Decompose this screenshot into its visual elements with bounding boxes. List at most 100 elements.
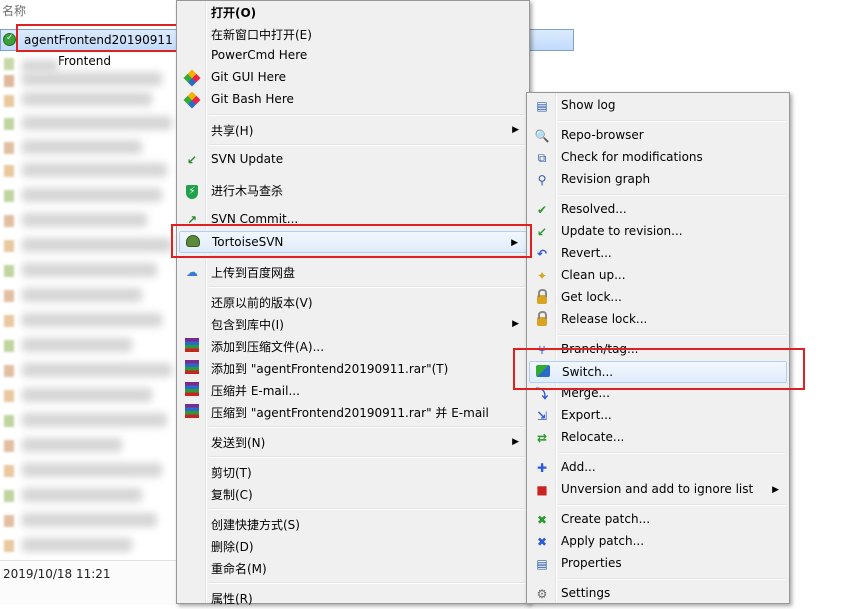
file-row-icon [4, 240, 14, 252]
file-row-icon [4, 58, 14, 70]
winrar-icon [184, 360, 200, 376]
blurred-file-name [22, 140, 142, 154]
menu-item-delete[interactable]: 删除(D) [179, 535, 527, 557]
menu-item-label: Create patch... [561, 512, 651, 526]
svn-relocate[interactable]: ⇄ Relocate... [529, 427, 787, 449]
svn-show-log[interactable]: ▤ Show log [529, 95, 787, 117]
menu-item-tortoisesvn[interactable]: TortoiseSVN ▶ [179, 231, 527, 253]
svn-merge[interactable]: ⤵ Merge... [529, 383, 787, 405]
menu-item-label: Clean up... [561, 268, 626, 282]
blurred-file-name [22, 413, 167, 427]
svn-apply-patch[interactable]: ✖ Apply patch... [529, 531, 787, 553]
menu-separator [209, 114, 525, 116]
menu-item-send-to[interactable]: 发送到(N) ▶ [179, 431, 527, 453]
file-row-icon [4, 415, 14, 427]
file-row-icon [4, 540, 14, 552]
svn-update-to-revision[interactable]: ↙ Update to revision... [529, 221, 787, 243]
menu-item-compress-rar-email[interactable]: 压缩到 "agentFrontend20190911.rar" 并 E-mail [179, 401, 527, 423]
menu-item-baidu-upload[interactable]: ☁ 上传到百度网盘 [179, 261, 527, 283]
menu-item-include-library[interactable]: 包含到库中(I) ▶ [179, 313, 527, 335]
menu-item-label: 压缩到 "agentFrontend20190911.rar" 并 E-mail [211, 406, 489, 420]
svn-check-modifications[interactable]: ⧉ Check for modifications [529, 147, 787, 169]
svn-properties[interactable]: ▤ Properties [529, 553, 787, 575]
submenu-arrow-icon: ▶ [511, 238, 518, 248]
menu-item-label: 打开(O) [211, 6, 257, 20]
menu-item-open[interactable]: 打开(O) [179, 1, 527, 23]
menu-item-create-shortcut[interactable]: 创建快捷方式(S) [179, 513, 527, 535]
menu-item-label: 上传到百度网盘 [211, 266, 296, 280]
svn-create-patch[interactable]: ✖ Create patch... [529, 509, 787, 531]
menu-item-svn-update[interactable]: ↙ SVN Update [179, 149, 527, 171]
menu-item-label: 在新窗口中打开(E) [211, 28, 312, 42]
file-row-icon [4, 290, 14, 302]
modified-date: 2019/10/18 11:21 [3, 567, 111, 581]
menu-item-virus-scan[interactable]: ⚡ 进行木马查杀 [179, 179, 527, 201]
svn-unversion-ignore[interactable]: ■ Unversion and add to ignore list ▶ [529, 479, 787, 501]
menu-item-git-bash[interactable]: Git Bash Here [179, 89, 527, 111]
svn-export[interactable]: ⇲ Export... [529, 405, 787, 427]
menu-item-properties[interactable]: 属性(R) [179, 587, 527, 609]
svn-add[interactable]: ✚ Add... [529, 457, 787, 479]
menu-item-add-archive[interactable]: 添加到压缩文件(A)... [179, 335, 527, 357]
menu-item-label: 共享(H) [211, 124, 254, 138]
menu-separator [559, 334, 785, 336]
svn-switch[interactable]: Switch... [529, 361, 787, 383]
svn-settings[interactable]: ⚙ Settings [529, 583, 787, 605]
menu-item-powercmd[interactable]: PowerCmd Here [179, 45, 527, 67]
branch-icon: ⑂ [538, 343, 546, 357]
svn-revert[interactable]: ↶ Revert... [529, 243, 787, 265]
svn-get-lock[interactable]: Get lock... [529, 287, 787, 309]
file-row-icon [4, 190, 14, 202]
settings-icon: ⚙ [536, 587, 548, 601]
svn-update-icon: ↙ [186, 153, 198, 167]
menu-item-restore-versions[interactable]: 还原以前的版本(V) [179, 291, 527, 313]
menu-item-rename[interactable]: 重命名(M) [179, 557, 527, 579]
blurred-file-name [22, 213, 147, 227]
svn-release-lock[interactable]: Release lock... [529, 309, 787, 331]
svn-resolved[interactable]: ✔ Resolved... [529, 199, 787, 221]
blurred-file-name [22, 60, 58, 72]
menu-item-label: Revert... [561, 246, 612, 260]
svn-repo-browser[interactable]: 🔍 Repo-browser [529, 125, 787, 147]
svn-clean-up[interactable]: ✦ Clean up... [529, 265, 787, 287]
svn-branch-tag[interactable]: ⑂ Branch/tag... [529, 339, 787, 361]
menu-item-label: Git GUI Here [211, 70, 287, 84]
menu-item-label: Apply patch... [561, 534, 645, 548]
menu-item-compress-email[interactable]: 压缩并 E-mail... [179, 379, 527, 401]
menu-item-label: 剪切(T) [211, 466, 252, 480]
submenu-arrow-icon: ▶ [512, 319, 519, 329]
blurred-file-name [22, 538, 132, 552]
svn-ok-overlay-icon [3, 33, 16, 46]
menu-item-label: Release lock... [561, 312, 648, 326]
blurred-file-name [22, 163, 167, 177]
blurred-file-name [22, 363, 172, 377]
menu-item-cut[interactable]: 剪切(T) [179, 461, 527, 483]
menu-item-git-gui[interactable]: Git GUI Here [179, 67, 527, 89]
menu-item-label: Get lock... [561, 290, 622, 304]
create-patch-icon: ✖ [536, 513, 548, 527]
svn-revision-graph[interactable]: ⚲ Revision graph [529, 169, 787, 191]
svn-commit-icon: ↗ [186, 213, 198, 227]
menu-item-svn-commit[interactable]: ↗ SVN Commit... [179, 209, 527, 231]
git-icon [183, 91, 201, 109]
file-row-icon [4, 340, 14, 352]
menu-item-add-to-rar[interactable]: 添加到 "agentFrontend20190911.rar"(T) [179, 357, 527, 379]
menu-item-label: Settings [561, 586, 611, 600]
cloud-icon: ☁ [186, 265, 198, 279]
properties-icon: ▤ [536, 557, 548, 571]
log-icon: ▤ [536, 99, 548, 113]
check-modifications-icon: ⧉ [537, 151, 547, 165]
submenu-arrow-icon: ▶ [512, 125, 519, 135]
menu-separator [559, 452, 785, 454]
cleanup-icon: ✦ [536, 269, 548, 283]
menu-item-share[interactable]: 共享(H) ▶ [179, 119, 527, 141]
menu-item-copy[interactable]: 复制(C) [179, 483, 527, 505]
column-header-name[interactable]: 名称 [2, 2, 26, 19]
menu-item-label: Merge... [561, 386, 610, 400]
menu-item-open-new-window[interactable]: 在新窗口中打开(E) [179, 23, 527, 45]
blurred-file-name [22, 513, 157, 527]
file-row-icon [4, 75, 14, 87]
menu-item-label: Properties [561, 556, 622, 570]
menu-item-label: Show log [561, 98, 616, 112]
winrar-icon [184, 338, 200, 354]
